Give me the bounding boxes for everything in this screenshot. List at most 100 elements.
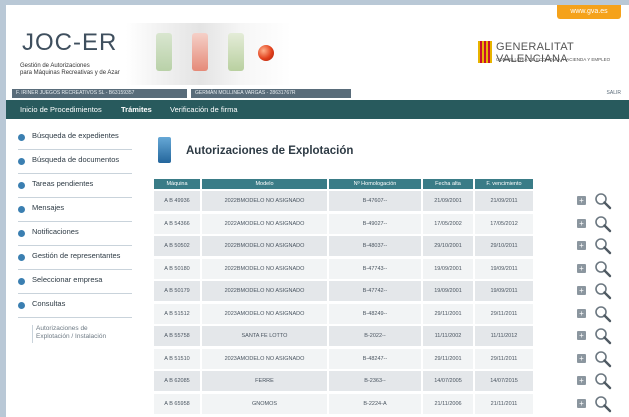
bullet-icon <box>18 182 25 189</box>
table-row[interactable]: A B 62085 FERRE B-2363-- 14/07/2005 14/07/20… <box>154 371 616 391</box>
table-cell: 14/07/2015 <box>475 371 533 391</box>
magnifier-icon[interactable] <box>594 237 612 255</box>
plus-icon[interactable]: + <box>577 353 586 363</box>
plus-icon[interactable]: + <box>577 241 586 250</box>
plus-icon[interactable]: + <box>577 331 586 340</box>
table-row[interactable]: A B 65958 GNOMOS B-2224-A 21/11/2006 21/11/2… <box>154 393 616 414</box>
gva-link[interactable]: www.gva.es <box>557 5 621 19</box>
sidebar-item-notificaciones[interactable]: Notificaciones <box>18 225 132 246</box>
table-cell: B-48249-- <box>329 303 421 324</box>
table-cell: B-48247-- <box>329 348 421 369</box>
sidebar-item-consultas[interactable]: Consultas <box>18 297 132 318</box>
sidebar-item-tareas-pendientes[interactable]: Tareas pendientes <box>18 177 132 198</box>
table-cell: 21/11/2011 <box>475 393 533 414</box>
sidebar-item-mensajes[interactable]: Mensajes <box>18 201 132 222</box>
logout-link[interactable]: SALIR <box>607 89 621 98</box>
table-cell: 11/11/2012 <box>475 326 533 346</box>
col-header-vencimiento: F. vencimiento <box>475 179 533 189</box>
table-cell: 21/11/2006 <box>423 393 473 414</box>
magnifier-icon[interactable] <box>594 395 612 413</box>
sidebar-item-gestion-representantes[interactable]: Gestión de representantes <box>18 249 132 270</box>
col-header-homologacion: Nº Homologación <box>329 179 421 189</box>
sidebar-subitem-autorizaciones[interactable]: Autorizaciones de Explotación / Instalac… <box>36 325 132 341</box>
plus-icon[interactable]: + <box>577 218 586 228</box>
plus-icon[interactable]: + <box>577 376 586 385</box>
sidebar-item-label: Seleccionar empresa <box>32 275 103 284</box>
table-cell: 19/09/2001 <box>423 258 473 279</box>
table-cell: FERRE <box>202 371 327 391</box>
plus-icon[interactable]: + <box>577 263 586 273</box>
table-cell: 11/11/2002 <box>423 326 473 346</box>
plus-icon[interactable]: + <box>577 398 586 408</box>
app-logo: JOC-ER <box>22 29 118 56</box>
plus-icon[interactable]: + <box>577 308 586 318</box>
table-cell: 29/10/2001 <box>423 236 473 256</box>
table-row[interactable]: A B 50502 2022BMODELO NO ASIGNADO B-48037-… <box>154 236 616 256</box>
table-cell: SANTA FE LOTTO <box>202 326 327 346</box>
magnifier-icon[interactable] <box>594 327 612 345</box>
nav-verificacion-firma[interactable]: Verificación de firma <box>170 100 238 119</box>
page-title: Autorizaciones de Explotación <box>186 145 354 157</box>
table-cell: 2022BMODELO NO ASIGNADO <box>202 191 327 211</box>
sidebar-item-busqueda-expedientes[interactable]: Búsqueda de expedientes <box>18 129 132 150</box>
table-row[interactable]: A B 49936 2022BMODELO NO ASIGNADO B-47607-… <box>154 191 616 211</box>
table-row[interactable]: A B 54366 2022AMODELO NO ASIGNADO B-49027-… <box>154 213 616 234</box>
sidebar-item-seleccionar-empresa[interactable]: Seleccionar empresa <box>18 273 132 294</box>
table-cell: GNOMOS <box>202 393 327 414</box>
main-nav: Inicio de Procedimientos Trámites Verifi… <box>6 100 629 119</box>
table-cell: A B 50180 <box>154 258 200 279</box>
table-cell: A B 49936 <box>154 191 200 211</box>
col-header-maquina: Máquina <box>154 179 200 189</box>
table-cell: B-48037-- <box>329 236 421 256</box>
table-row[interactable]: A B 51510 2023AMODELO NO ASIGNADO B-48247-… <box>154 348 616 369</box>
table-cell: 29/11/2001 <box>423 303 473 324</box>
table-cell: 17/05/2012 <box>475 213 533 234</box>
table-cell: 19/09/2011 <box>475 281 533 301</box>
table-cell: 2022BMODELO NO ASIGNADO <box>202 258 327 279</box>
sidebar-subitem-label-2: Explotación / Instalación <box>36 333 107 340</box>
magnifier-icon[interactable] <box>594 372 612 390</box>
table-cell: 14/07/2005 <box>423 371 473 391</box>
sidebar-item-label: Búsqueda de expedientes <box>32 131 119 140</box>
magnifier-icon[interactable] <box>594 260 612 278</box>
magnifier-icon[interactable] <box>594 350 612 368</box>
bullet-icon <box>18 302 25 309</box>
table-cell: B-47743-- <box>329 258 421 279</box>
bullet-icon <box>18 230 25 237</box>
table-row[interactable]: A B 50179 2022BMODELO NO ASIGNADO B-47742-… <box>154 281 616 301</box>
table-cell: 2023AMODELO NO ASIGNADO <box>202 303 327 324</box>
gva-logo-icon <box>478 41 492 63</box>
table-cell: A B 51510 <box>154 348 200 369</box>
sidebar-item-label: Gestión de representantes <box>32 251 121 260</box>
table-row[interactable]: A B 55758 SANTA FE LOTTO B-2022-- 11/11/200… <box>154 326 616 346</box>
table-cell: B-2022-- <box>329 326 421 346</box>
app-frame: JOC-ER Gestión de Autorizaciones para Má… <box>6 5 629 417</box>
table-row[interactable]: A B 50180 2022BMODELO NO ASIGNADO B-47743-… <box>154 258 616 279</box>
table-cell: 19/09/2001 <box>423 281 473 301</box>
bullet-icon <box>18 254 25 261</box>
magnifier-icon[interactable] <box>594 192 612 210</box>
magnifier-icon[interactable] <box>594 282 612 300</box>
bullet-icon <box>18 158 25 165</box>
red-ball-image <box>258 45 274 61</box>
table-cell: A B 50502 <box>154 236 200 256</box>
main-content: Autorizaciones de Explotación Máquina Mo… <box>146 131 626 417</box>
plus-icon[interactable]: + <box>577 286 586 295</box>
table-cell: 29/11/2011 <box>475 348 533 369</box>
table-row[interactable]: A B 51512 2023AMODELO NO ASIGNADO B-48249-… <box>154 303 616 324</box>
nav-tramites[interactable]: Trámites <box>121 100 152 119</box>
section-icon <box>158 137 171 163</box>
sidebar-item-busqueda-documentos[interactable]: Búsqueda de documentos <box>18 153 132 174</box>
slot-reel-image <box>228 33 244 71</box>
table-cell: A B 50179 <box>154 281 200 301</box>
table-cell: 2022AMODELO NO ASIGNADO <box>202 213 327 234</box>
magnifier-icon[interactable] <box>594 305 612 323</box>
bullet-icon <box>18 134 25 141</box>
nav-inicio-procedimientos[interactable]: Inicio de Procedimientos <box>20 100 102 119</box>
plus-icon[interactable]: + <box>577 196 586 205</box>
user-name-badge: GERMÁN MOLLINEA VARGAS - 28631767R <box>191 89 351 98</box>
slot-reel-image <box>192 33 208 71</box>
table-cell: 21/09/2011 <box>475 191 533 211</box>
magnifier-icon[interactable] <box>594 215 612 233</box>
table-cell: B-2224-A <box>329 393 421 414</box>
